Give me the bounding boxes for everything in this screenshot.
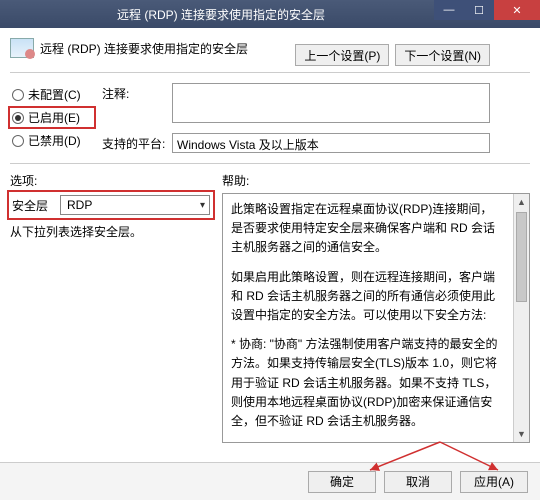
ok-button[interactable]: 确定	[308, 471, 376, 493]
maximize-button[interactable]: ☐	[464, 0, 494, 20]
radio-label: 已启用(E)	[28, 109, 80, 126]
chevron-down-icon: ▾	[200, 200, 205, 211]
radio-label: 已禁用(D)	[28, 132, 81, 149]
policy-icon	[10, 38, 34, 58]
cancel-button[interactable]: 取消	[384, 471, 452, 493]
radio-not-configured[interactable]: 未配置(C)	[10, 85, 94, 104]
platform-field: Windows Vista 及以上版本	[172, 133, 490, 153]
policy-title: 远程 (RDP) 连接要求使用指定的安全层	[40, 40, 248, 57]
window-title: 远程 (RDP) 连接要求使用指定的安全层	[8, 6, 434, 23]
minimize-button[interactable]: —	[434, 0, 464, 20]
help-paragraph: 此策略设置指定在远程桌面协议(RDP)连接期间，是否要求使用特定安全层来确保客户…	[231, 200, 503, 258]
help-section-label: 帮助:	[222, 172, 249, 189]
security-layer-dropdown[interactable]: RDP ▾	[60, 195, 210, 215]
title-bar: 远程 (RDP) 连接要求使用指定的安全层 — ☐ ✕	[0, 0, 540, 28]
platform-value: Windows Vista 及以上版本	[177, 138, 319, 152]
options-section-label: 选项:	[10, 172, 212, 189]
platform-label: 支持的平台:	[102, 133, 166, 152]
scroll-up-icon[interactable]: ▲	[514, 194, 529, 210]
radio-label: 未配置(C)	[28, 86, 81, 103]
comment-label: 注释:	[102, 83, 166, 102]
help-paragraph: * 协商: "协商" 方法强制使用客户端支持的最安全的方法。如果支持传输层安全(…	[231, 335, 503, 431]
radio-enabled[interactable]: 已启用(E)	[10, 108, 94, 127]
comment-textarea[interactable]	[172, 83, 490, 123]
radio-disabled[interactable]: 已禁用(D)	[10, 131, 94, 150]
help-text-box: 此策略设置指定在远程桌面协议(RDP)连接期间，是否要求使用特定安全层来确保客户…	[222, 193, 530, 443]
close-button[interactable]: ✕	[494, 0, 540, 20]
options-instruction: 从下拉列表选择安全层。	[10, 223, 212, 240]
help-paragraph: 如果启用此策略设置，则在远程连接期间，客户端和 RD 会话主机服务器之间的所有通…	[231, 268, 503, 326]
apply-button[interactable]: 应用(A)	[460, 471, 528, 493]
scrollbar[interactable]: ▲ ▼	[513, 194, 529, 442]
scrollbar-thumb[interactable]	[516, 212, 527, 302]
help-paragraph: * RDP: RDP 方法使用本地 RDP 加密来保证客户端和 RD 会话主机服…	[231, 441, 503, 443]
radio-icon	[12, 112, 24, 124]
radio-icon	[12, 135, 24, 147]
radio-icon	[12, 89, 24, 101]
security-layer-label: 安全层	[12, 197, 54, 214]
dropdown-value: RDP	[67, 198, 92, 212]
dialog-footer: 确定 取消 应用(A)	[0, 462, 540, 500]
previous-setting-button[interactable]: 上一个设置(P)	[295, 44, 389, 66]
next-setting-button[interactable]: 下一个设置(N)	[395, 44, 490, 66]
scroll-down-icon[interactable]: ▼	[514, 426, 529, 442]
